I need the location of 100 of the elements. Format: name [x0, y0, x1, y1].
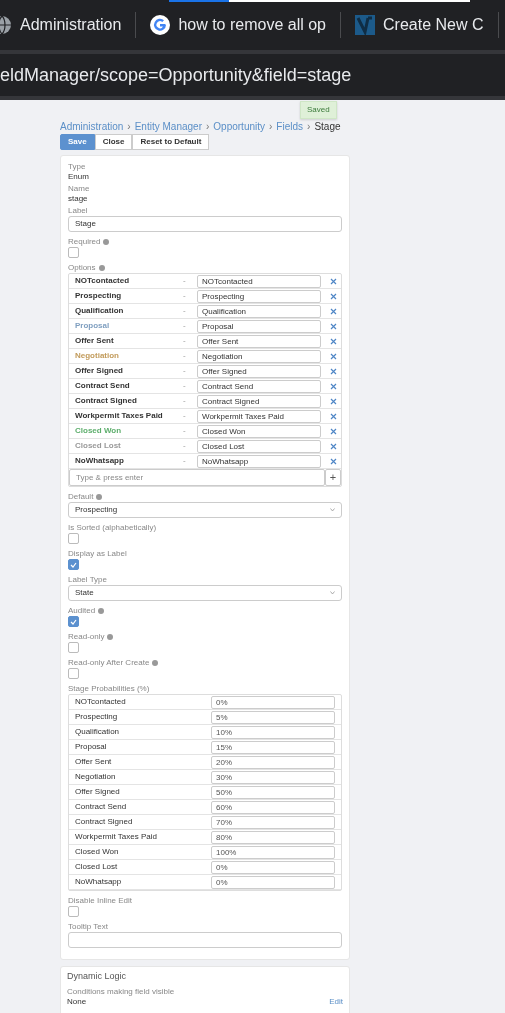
option-input[interactable]: Prospecting [197, 289, 321, 303]
option-label: NOTcontacted [75, 275, 131, 287]
checkbox[interactable] [68, 642, 79, 653]
field-label: Is Sorted (alphabetically) [68, 523, 157, 533]
field-label: Read-only After Create [68, 658, 150, 668]
stage-label: Prospecting [75, 711, 119, 723]
field-label: Tooltip Text [68, 922, 108, 932]
browser-tab[interactable]: Create New C [355, 12, 499, 38]
probability-input[interactable]: 50% [211, 785, 335, 799]
action-button[interactable]: Reset to Default [132, 134, 210, 150]
option-input[interactable]: Closed Lost [197, 439, 321, 453]
option-label: Negotiation [75, 350, 120, 362]
option-label: Contract Signed [75, 395, 138, 407]
option-input[interactable]: Offer Sent [197, 334, 321, 348]
breadcrumb-separator: › [269, 120, 273, 134]
field-label: Display as Label [68, 549, 127, 559]
checkbox[interactable] [68, 559, 79, 570]
remove-icon [330, 427, 337, 435]
option-label: Workpermit Taxes Paid [75, 410, 164, 422]
remove-icon [330, 292, 337, 300]
remove-icon [330, 307, 337, 315]
stage-label: Offer Sent [75, 756, 113, 768]
option-label: Offer Signed [75, 365, 124, 377]
checkbox[interactable] [68, 906, 79, 917]
probability-input[interactable]: 0% [211, 695, 335, 709]
browser-tab[interactable]: how to remove all op [150, 12, 341, 38]
probability-input[interactable]: 60% [211, 800, 335, 814]
check-icon [70, 561, 77, 568]
dash-separator: - [183, 425, 187, 437]
option-label: Closed Won [75, 425, 123, 437]
checkbox[interactable] [68, 668, 79, 679]
field-label: Required [68, 237, 101, 247]
text-field[interactable]: Stage [68, 216, 342, 232]
option-input[interactable]: Contract Signed [197, 394, 321, 408]
logo-icon [355, 15, 375, 35]
probability-input[interactable]: 100% [211, 845, 335, 859]
probability-input[interactable]: 0% [211, 860, 335, 874]
field-label: Read-only [68, 632, 105, 642]
probability-input[interactable]: 80% [211, 830, 335, 844]
stage-label: Closed Won [75, 846, 120, 858]
text-field[interactable] [68, 932, 342, 948]
field-value: Enum [68, 172, 90, 182]
check-icon [70, 618, 77, 625]
stage-label: Proposal [75, 741, 108, 753]
stage-label: Qualification [75, 726, 121, 738]
remove-icon [330, 352, 337, 360]
option-label: Offer Sent [75, 335, 115, 347]
probability-input[interactable]: 5% [211, 710, 335, 724]
checkbox[interactable] [68, 533, 79, 544]
option-input[interactable]: Workpermit Taxes Paid [197, 409, 321, 423]
option-input[interactable]: Offer Signed [197, 364, 321, 378]
checkbox[interactable] [68, 247, 79, 258]
panel-title: Dynamic Logic [67, 971, 128, 982]
dash-separator: - [183, 395, 187, 407]
option-input[interactable]: Contract Send [197, 379, 321, 393]
option-input[interactable]: Qualification [197, 304, 321, 318]
option-input[interactable]: Negotiation [197, 349, 321, 363]
breadcrumb-separator: › [205, 120, 210, 134]
edit-link[interactable]: Edit [329, 997, 343, 1007]
address-bar[interactable]: eldManager/scope=Opportunity&field=stage [0, 54, 505, 96]
caret-icon [330, 508, 335, 512]
checkbox[interactable] [68, 616, 79, 627]
probability-input[interactable]: 15% [211, 740, 335, 754]
option-label: Qualification [75, 305, 125, 317]
select-field[interactable]: State [68, 585, 342, 601]
field-label: Stage Probabilities (%) [68, 684, 150, 694]
select-field[interactable]: Prospecting [68, 502, 342, 518]
add-option-field[interactable]: Type & press enter [69, 469, 325, 486]
option-input[interactable]: Proposal [197, 319, 321, 333]
field-label: Type [68, 162, 86, 172]
probability-input[interactable]: 10% [211, 725, 335, 739]
probability-input[interactable]: 20% [211, 755, 335, 769]
remove-icon [330, 412, 337, 420]
field-label: Audited [68, 606, 96, 616]
field-label: Label Type [68, 575, 107, 585]
browser-tab[interactable]: Administration [0, 12, 137, 38]
dash-separator: - [183, 335, 187, 347]
option-input[interactable]: NoWhatsapp [197, 454, 321, 468]
field-label: Default [68, 492, 94, 502]
field-label: Disable Inline Edit [68, 896, 133, 906]
probability-input[interactable]: 30% [211, 770, 335, 784]
stage-label: Closed Lost [75, 861, 119, 873]
stage-label: Negotiation [75, 771, 117, 783]
option-input[interactable]: NOTcontacted [197, 274, 321, 288]
dash-separator: - [183, 440, 187, 452]
action-button[interactable]: Close [94, 134, 133, 150]
remove-icon [330, 322, 337, 330]
probability-input[interactable]: 0% [211, 875, 335, 889]
option-input[interactable]: Closed Won [197, 424, 321, 438]
breadcrumb-separator: › [307, 120, 311, 134]
dash-separator: - [183, 350, 187, 362]
field-label: Label [68, 206, 88, 216]
option-label: Prospecting [75, 290, 123, 302]
dash-separator: - [183, 275, 187, 287]
field-label: Conditions making field visible [67, 987, 176, 997]
caret-icon [330, 591, 335, 595]
field-label: Name [68, 184, 90, 194]
probability-input[interactable]: 70% [211, 815, 335, 829]
stage-label: NOTcontacted [75, 696, 127, 708]
add-button[interactable]: + [325, 469, 341, 486]
